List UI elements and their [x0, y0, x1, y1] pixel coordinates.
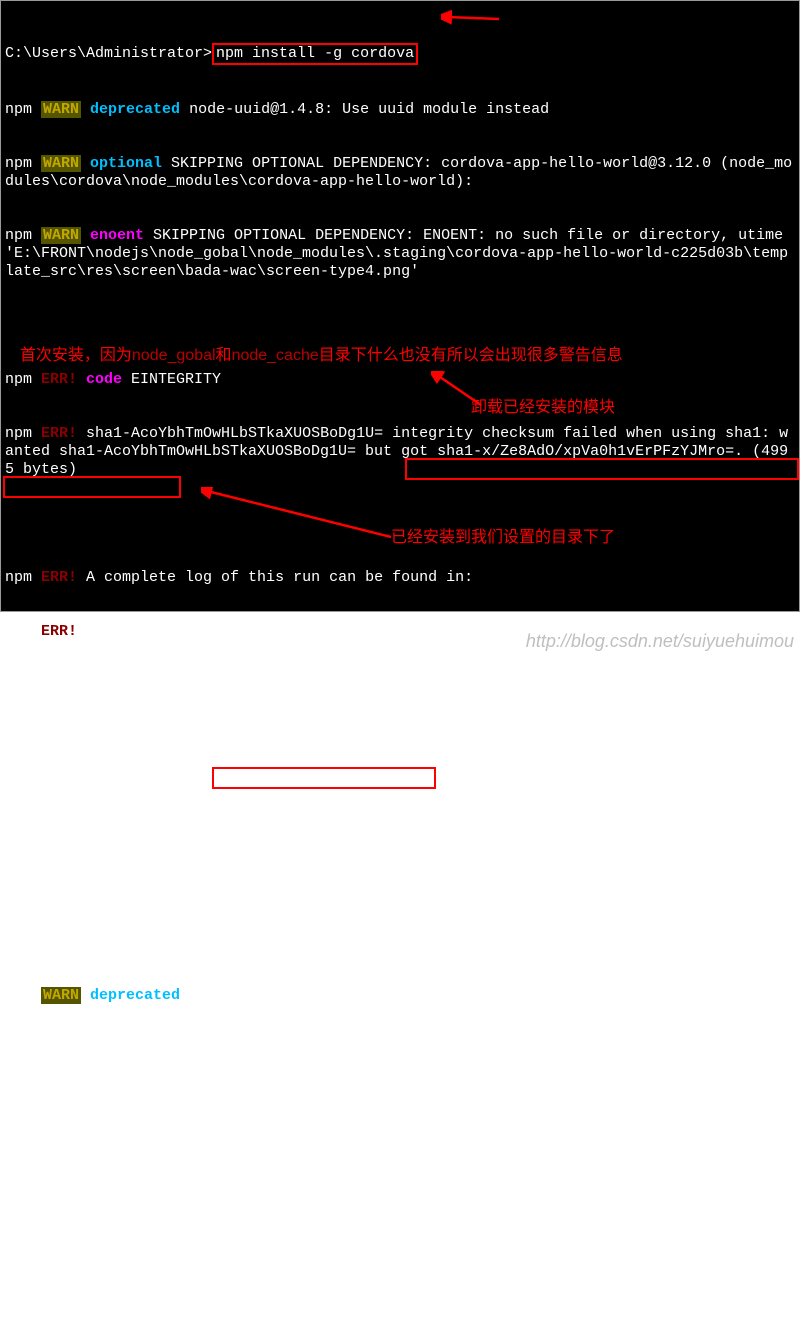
- blank-5: [5, 879, 795, 897]
- cmd3-text: npm install -g cordova: [212, 933, 410, 950]
- output-err-log-msg: npm ERR! A complete log of this run can …: [5, 569, 795, 587]
- cmd1-box: npm install -g cordova: [212, 43, 418, 65]
- prompt-1: C:\Users\Administrator>: [5, 45, 212, 62]
- output-warn-deprecated-1: npm WARN deprecated node-uuid@1.4.8: Use…: [5, 101, 795, 119]
- cmd2-box: npm uninstall cordova -g: [212, 767, 436, 789]
- cmd-line-1: C:\Users\Administrator>npm install -g co…: [5, 43, 795, 65]
- terminal-window: C:\Users\Administrator>npm install -g co…: [0, 0, 800, 612]
- prompt-4: C:\Users\Administrator>: [5, 1257, 212, 1274]
- output-warn-optional: npm WARN optional SKIPPING OPTIONAL DEPE…: [5, 155, 795, 191]
- output-added: added 606 packages in 193.571s: [5, 1149, 795, 1167]
- output-warn-enoent: npm WARN enoent SKIPPING OPTIONAL DEPEND…: [5, 227, 795, 281]
- output-symlink: E:\FRONT\nodejs\node_gobal\cordova -> E:…: [5, 1041, 795, 1077]
- cmd-line-4: C:\Users\Administrator>: [5, 1257, 795, 1275]
- prompt-2: C:\Users\Administrator>: [5, 769, 212, 786]
- cmd2-text: npm uninstall cordova -g: [216, 769, 432, 786]
- annotation-installed: 已经安装到我们设置的目录下了: [391, 529, 615, 547]
- watermark-text: http://blog.csdn.net/suiyuehuimou: [526, 631, 794, 652]
- output-version: + cordova@7.0.1: [5, 1113, 795, 1131]
- prompt-3: C:\Users\Administrator>: [5, 933, 212, 950]
- annotation-uninstall: 卸载已经安装的模块: [471, 399, 615, 417]
- blank-4: [5, 713, 795, 731]
- cursor-icon: [212, 1259, 221, 1274]
- arrow-icon-1: [441, 7, 501, 27]
- blank-3: [5, 677, 795, 695]
- output-err-integrity: npm ERR! sha1-AcoYbhTmOwHLbSTkaXUOSBoDg1…: [5, 425, 795, 479]
- cmd-line-2: C:\Users\Administrator>npm uninstall cor…: [5, 767, 795, 789]
- annotation-first-install: 首次安装，因为node_gobal和node_cache目录下什么也没有所以会出…: [11, 329, 623, 365]
- output-removed: removed 1 package in 0.081s: [5, 825, 795, 843]
- install-path-box-2: [3, 476, 181, 498]
- cmd-line-3: C:\Users\Administrator>npm install -g co…: [5, 933, 795, 951]
- output-warn-deprecated-2: npm WARN deprecated node-uuid@1.4.8: Use…: [5, 987, 795, 1005]
- cmd1-text: npm install -g cordova: [216, 45, 414, 62]
- output-err-code: npm ERR! code EINTEGRITY: [5, 371, 795, 389]
- blank-6: [5, 1203, 795, 1221]
